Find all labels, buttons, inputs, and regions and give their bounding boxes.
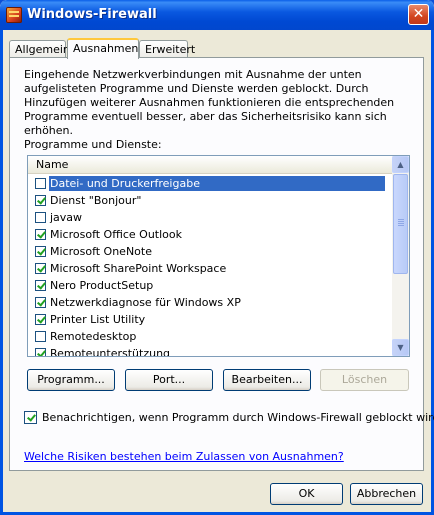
firewall-icon [6, 7, 22, 23]
list-item-checkbox[interactable] [35, 178, 46, 189]
list-item[interactable]: Dienst "Bonjour" [28, 192, 392, 209]
list-item[interactable]: Microsoft SharePoint Workspace [28, 260, 392, 277]
scroll-up-button[interactable]: ▲ [392, 156, 409, 173]
tab-erweitert[interactable]: Erweitert [139, 40, 195, 58]
list-item-checkbox[interactable] [35, 297, 46, 308]
list-item-label: Microsoft SharePoint Workspace [50, 262, 227, 275]
list-item-checkbox[interactable] [35, 246, 46, 257]
list-item-label: Dienst "Bonjour" [50, 194, 142, 207]
add-port-button[interactable]: Port... [125, 369, 213, 391]
notify-label: Benachrichtigen, wenn Programm durch Win… [42, 411, 434, 424]
list-item-checkbox[interactable] [35, 331, 46, 342]
cancel-button[interactable]: Abbrechen [350, 483, 423, 505]
exceptions-panel: Eingehende Netzwerkverbindungen mit Ausn… [9, 57, 434, 471]
tab-ausnahmen[interactable]: Ausnahmen [67, 38, 139, 59]
list-item[interactable]: Remotedesktop [28, 328, 392, 345]
list-item-label: Microsoft Office Outlook [50, 228, 182, 241]
edit-button[interactable]: Bearbeiten... [223, 369, 311, 391]
delete-button[interactable]: Löschen [320, 369, 409, 391]
list-item-checkbox[interactable] [35, 212, 46, 223]
list-item-label: Printer List Utility [50, 313, 146, 326]
scroll-thumb[interactable] [393, 174, 408, 274]
intro-text: Eingehende Netzwerkverbindungen mit Ausn… [24, 68, 395, 137]
window-title: Windows-Firewall [27, 7, 157, 22]
list-item[interactable]: Microsoft Office Outlook [28, 226, 392, 243]
list-item-label: Remoteunterstützung [50, 347, 171, 357]
list-item[interactable]: Nero ProductSetup [28, 277, 392, 294]
list-item[interactable]: Datei- und Druckerfreigabe [28, 175, 392, 192]
close-button[interactable]: ✕ [408, 4, 429, 25]
tab-allgemein[interactable]: Allgemein [9, 40, 70, 58]
list-item-checkbox[interactable] [35, 314, 46, 325]
list-item-label: Datei- und Druckerfreigabe [49, 176, 385, 191]
programs-list[interactable]: Name Datei- und Druckerfreigabe Dienst "B… [27, 155, 410, 357]
list-item-label: Netzwerkdiagnose für Windows XP [50, 296, 241, 309]
list-item[interactable]: Netzwerkdiagnose für Windows XP [28, 294, 392, 311]
list-item-label: Microsoft OneNote [50, 245, 152, 258]
firewall-dialog: Windows-Firewall ✕ Allgemein Ausnahmen E… [0, 0, 434, 515]
risk-help-link[interactable]: Welche Risiken bestehen beim Zulassen vo… [24, 450, 344, 463]
column-header-name[interactable]: Name [28, 156, 392, 174]
list-item-checkbox[interactable] [35, 229, 46, 240]
list-item[interactable]: Microsoft OneNote [28, 243, 392, 260]
list-rows: Datei- und Druckerfreigabe Dienst "Bonjou… [28, 175, 392, 357]
list-item-label: Nero ProductSetup [50, 279, 154, 292]
list-item-checkbox[interactable] [35, 280, 46, 291]
list-item-label: Remotedesktop [50, 330, 137, 343]
add-program-button[interactable]: Programm... [27, 369, 115, 391]
window-frame-left [0, 30, 3, 515]
ok-button[interactable]: OK [270, 483, 343, 505]
list-item-checkbox[interactable] [35, 263, 46, 274]
list-item-checkbox[interactable] [35, 195, 46, 206]
programs-label: Programme und Dienste: [24, 138, 162, 151]
notify-checkbox[interactable] [24, 411, 37, 424]
list-item-checkbox[interactable] [35, 348, 46, 356]
vertical-scrollbar[interactable]: ▲ ▼ [392, 156, 409, 356]
list-item-label: javaw [50, 211, 83, 224]
list-item[interactable]: Printer List Utility [28, 311, 392, 328]
scroll-down-button[interactable]: ▼ [392, 339, 409, 356]
list-item[interactable]: javaw [28, 209, 392, 226]
list-item[interactable]: Remoteunterstützung [28, 345, 392, 357]
title-bar[interactable]: Windows-Firewall ✕ [0, 0, 434, 30]
